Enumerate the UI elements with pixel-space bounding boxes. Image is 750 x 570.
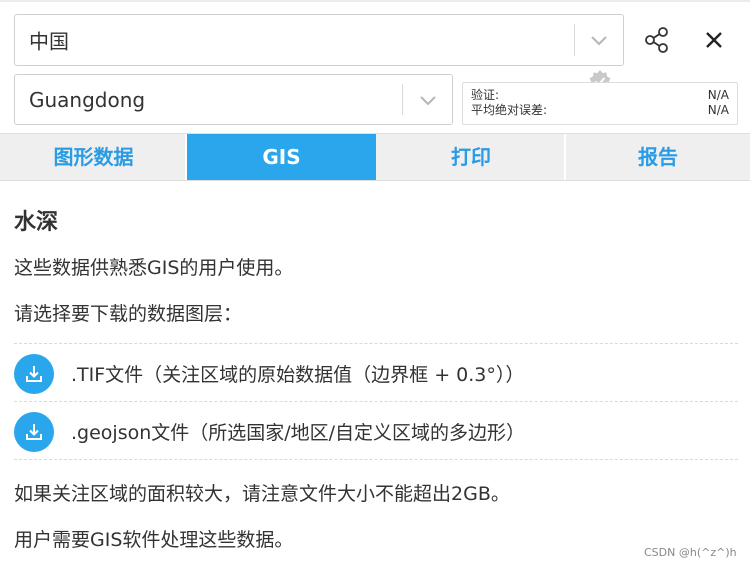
tab-label: 图形数据 [53, 145, 134, 169]
chevron-down-icon[interactable] [418, 90, 438, 110]
share-icon[interactable] [642, 25, 672, 55]
divider [14, 401, 738, 402]
download-geojson-item[interactable]: .geojson文件（所选国家/地区/自定义区域的多边形） [14, 404, 738, 458]
download-icon [26, 424, 42, 440]
region-select[interactable]: Guangdong [14, 74, 453, 125]
country-select-value: 中国 [29, 29, 69, 54]
tab-bar: 图形数据 GIS 打印 报告 [0, 133, 750, 181]
tab-label: GIS [262, 145, 301, 169]
file-size-note: 如果关注区域的面积较大，请注意文件大小不能超出2GB。 [14, 483, 510, 505]
download-icon [26, 366, 42, 382]
stats-value: N/A [707, 103, 729, 117]
download-tif-item[interactable]: .TIF文件（关注区域的原始数据值（边界框 + 0.3°）） [14, 346, 738, 400]
layer-prompt-text: 请选择要下载的数据图层： [14, 303, 243, 325]
tab-report[interactable]: 报告 [566, 134, 750, 180]
stats-label: 平均绝对误差: [471, 103, 548, 117]
country-select[interactable]: 中国 [14, 14, 624, 66]
watermark-text: CSDN @h(^z^)h [644, 546, 737, 559]
tab-print[interactable]: 打印 [376, 134, 566, 180]
intro-text: 这些数据供熟悉GIS的用户使用。 [14, 257, 294, 279]
download-tif-label[interactable]: .TIF文件（关注区域的原始数据值（边界框 + 0.3°）） [71, 360, 524, 387]
accuracy-stats-box: 验证: N/A 平均绝对误差: N/A [462, 82, 738, 125]
stats-label: 验证: [471, 88, 500, 102]
divider [14, 343, 738, 344]
download-geojson-button[interactable] [14, 412, 54, 452]
close-icon[interactable] [699, 25, 729, 55]
top-border [0, 0, 750, 2]
section-heading: 水深 [14, 210, 59, 235]
tab-label: 打印 [451, 145, 491, 169]
divider [14, 459, 738, 460]
download-tif-button[interactable] [14, 354, 54, 394]
select-divider [574, 24, 575, 56]
tab-label: 报告 [638, 145, 678, 169]
stats-value: N/A [707, 88, 729, 102]
select-divider [402, 84, 403, 115]
chevron-down-icon[interactable] [589, 30, 609, 50]
software-note: 用户需要GIS软件处理这些数据。 [14, 529, 294, 551]
download-geojson-label[interactable]: .geojson文件（所选国家/地区/自定义区域的多边形） [71, 418, 525, 445]
tab-graphic-data[interactable]: 图形数据 [0, 134, 187, 180]
region-select-value: Guangdong [29, 87, 146, 112]
tab-gis[interactable]: GIS [187, 134, 376, 180]
